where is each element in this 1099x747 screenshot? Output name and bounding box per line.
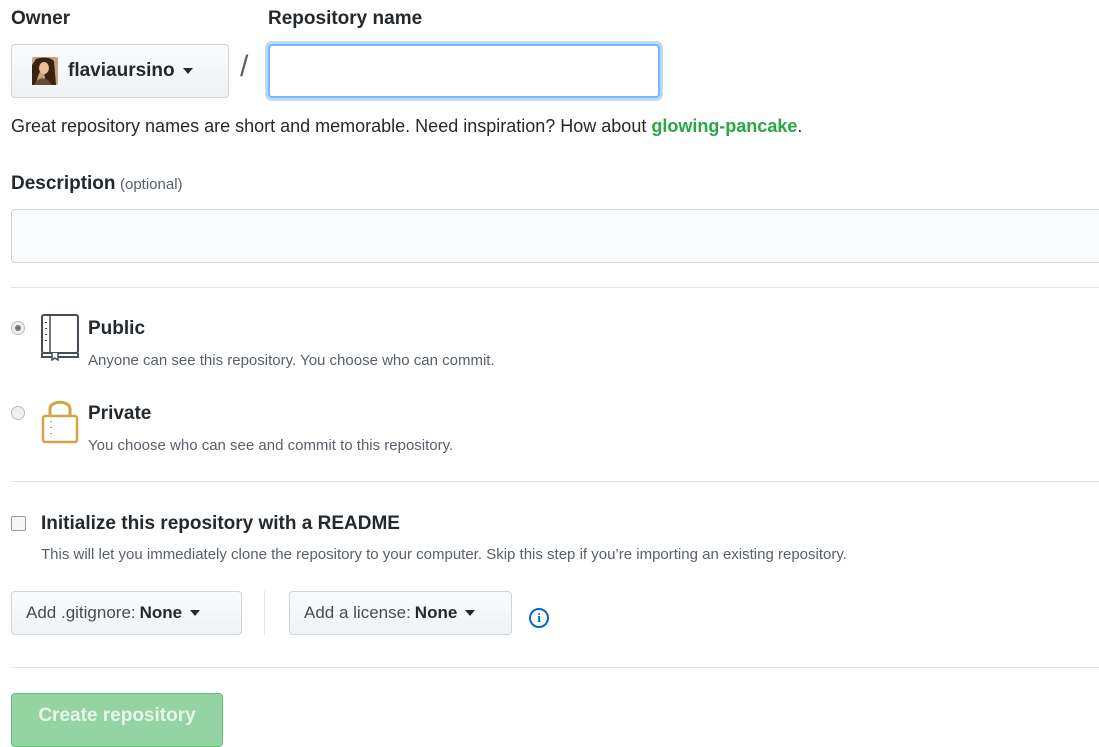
readme-checkbox[interactable] bbox=[11, 516, 26, 531]
create-repository-button[interactable]: Create repository bbox=[11, 693, 223, 747]
readme-desc: This will let you immediately clone the … bbox=[41, 546, 847, 563]
readme-title[interactable]: Initialize this repository with a README bbox=[41, 513, 400, 535]
lock-icon bbox=[41, 400, 79, 444]
hint-text: Great repository names are short and mem… bbox=[11, 116, 652, 136]
license-prefix: Add a license: bbox=[304, 603, 411, 622]
private-radio[interactable] bbox=[11, 406, 25, 420]
divider bbox=[11, 481, 1099, 482]
name-hint: Great repository names are short and mem… bbox=[11, 116, 802, 137]
description-optional: (optional) bbox=[119, 176, 183, 193]
divider bbox=[11, 667, 1099, 668]
description-input[interactable] bbox=[11, 209, 1099, 263]
chevron-down-icon bbox=[182, 68, 193, 74]
repo-book-icon bbox=[41, 314, 79, 361]
hint-end: . bbox=[797, 116, 803, 136]
chevron-down-icon bbox=[190, 610, 201, 616]
license-value: None bbox=[414, 603, 458, 622]
private-title[interactable]: Private bbox=[88, 403, 151, 425]
avatar bbox=[32, 57, 58, 85]
chevron-down-icon bbox=[465, 610, 476, 616]
divider bbox=[264, 591, 265, 635]
owner-repo-separator: / bbox=[240, 50, 249, 83]
description-label: Description bbox=[11, 173, 116, 194]
divider bbox=[11, 287, 1099, 288]
owner-username: flaviaursino bbox=[68, 60, 175, 81]
public-radio[interactable] bbox=[11, 321, 25, 335]
name-suggestion[interactable]: glowing-pancake bbox=[651, 116, 797, 136]
owner-label: Owner bbox=[11, 8, 71, 29]
description-label-row: Description (optional) bbox=[11, 173, 183, 195]
gitignore-value: None bbox=[139, 603, 183, 622]
public-desc: Anyone can see this repository. You choo… bbox=[88, 352, 495, 369]
gitignore-dropdown[interactable]: Add .gitignore: None bbox=[11, 591, 242, 635]
repo-name-label: Repository name bbox=[268, 8, 423, 29]
gitignore-prefix: Add .gitignore: bbox=[26, 603, 136, 622]
public-title[interactable]: Public bbox=[88, 318, 145, 340]
repo-name-input[interactable] bbox=[268, 44, 660, 98]
license-dropdown[interactable]: Add a license: None bbox=[289, 591, 512, 635]
private-desc: You choose who can see and commit to thi… bbox=[88, 437, 454, 454]
info-icon[interactable]: i bbox=[529, 608, 549, 628]
owner-dropdown[interactable]: flaviaursino bbox=[11, 44, 229, 98]
